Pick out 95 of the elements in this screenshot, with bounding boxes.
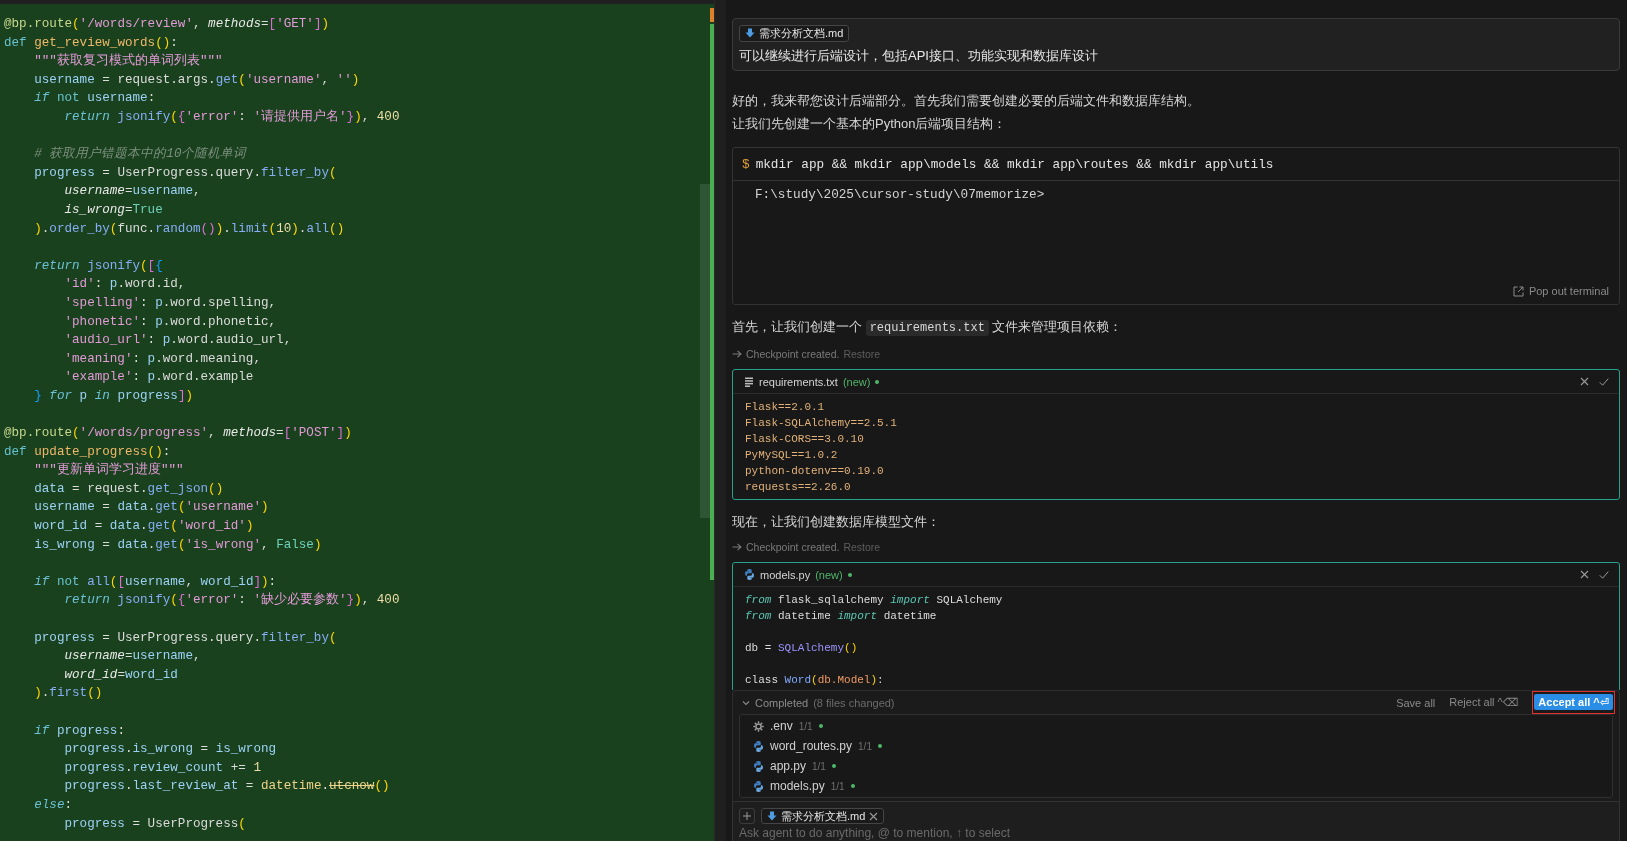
code-line: """更新单词学习进度""" <box>33 461 185 480</box>
chevron-down-icon[interactable] <box>742 698 750 707</box>
code-line: is_wrong=True <box>63 201 164 219</box>
code-line: return jsonify([{ <box>33 257 164 275</box>
code-line: """获取复习模式的单词列表""" <box>33 52 224 71</box>
code-line: def update_progress(): <box>4 443 172 461</box>
terminal-prompt: $ <box>742 156 750 172</box>
file-name: requirements.txt <box>759 375 838 388</box>
chat-input-field[interactable]: 需求分析文档.md Ask agent to do anything, @ to mention, ↑ to select <box>732 801 1620 841</box>
code-line: username = data.get('username') <box>33 499 270 517</box>
attachment-chip[interactable]: 需求分析文档.md <box>739 24 850 42</box>
checkpoint-text: Checkpoint created. <box>746 541 840 553</box>
code-line: is_wrong = data.get('is_wrong', False) <box>33 536 323 554</box>
code-line: progress = UserProgress( <box>63 815 247 833</box>
changes-summary: (8 files changed) <box>813 696 895 709</box>
code-line: ).first() <box>33 685 104 703</box>
code-line: Flask==2.0.1 <box>745 400 826 415</box>
overview-marker <box>710 8 714 22</box>
code-line: if progress: <box>33 722 126 740</box>
message-text: 现在，让我们创建数据库模型文件： <box>732 513 941 531</box>
code-line: progress = UserProgress.query.filter_by( <box>33 629 338 647</box>
code-line: word_id=word_id <box>63 666 179 684</box>
changed-file-item[interactable]: word_routes.py 1/1 <box>740 736 1612 756</box>
gear-icon <box>753 720 764 732</box>
code-line: from flask_sqlalchemy import SQLAlchemy <box>745 593 1004 608</box>
python-file-icon <box>753 760 764 772</box>
checkpoint-text: Checkpoint created. <box>746 348 840 360</box>
code-line: username = request.args.get('username', '') <box>33 71 361 89</box>
code-line: Flask-CORS==3.0.10 <box>745 432 865 447</box>
code-line: # 获取用户错题本中的10个随机单词 <box>33 145 248 164</box>
close-icon[interactable] <box>1580 377 1589 386</box>
code-line: word_id = data.get('word_id') <box>33 518 255 536</box>
code-line: 'id': p.word.id, <box>63 276 187 294</box>
python-file-icon <box>744 569 755 580</box>
terminal-command: mkdir app && mkdir app\models && mkdir app\routes && mkdir app\utils <box>755 156 1274 172</box>
code-line: return jsonify({'error': '缺少必要参数'}), 400 <box>63 591 401 610</box>
check-icon[interactable] <box>1599 569 1609 580</box>
code-line: progress.last_review_at = datetime.utcnow() <box>63 778 391 796</box>
code-line: } for p in progress]) <box>33 387 194 405</box>
code-line: from datetime import datetime <box>745 609 938 624</box>
code-line: class Word(db.Model): <box>745 673 885 688</box>
python-file-icon <box>753 780 764 792</box>
plus-icon <box>743 812 751 820</box>
file-name: models.py <box>760 568 811 581</box>
external-link-icon <box>1512 285 1524 297</box>
message-text: 让我们先创建一个基本的Python后端项目结构： <box>732 115 1008 133</box>
changed-file-item[interactable]: models.py 1/1 <box>740 776 1612 796</box>
code-line: def get_review_words(): <box>4 34 179 52</box>
download-icon <box>745 28 755 38</box>
scrollbar-thumb[interactable] <box>700 184 710 518</box>
python-file-icon <box>753 740 764 752</box>
code-line: @bp.route('/words/progress', methods=['POST']) <box>4 425 353 443</box>
code-line: progress = UserProgress.query.filter_by( <box>33 164 338 182</box>
pop-out-link[interactable]: Pop out terminal <box>1512 285 1609 297</box>
code-line: python-dotenv==0.19.0 <box>745 464 885 479</box>
code-line: username=username, <box>63 648 202 666</box>
code-line: PyMySQL==1.0.2 <box>745 448 839 463</box>
code-line: Flask-SQLAlchemy==2.5.1 <box>745 416 898 431</box>
code-line: @bp.route('/words/review', methods=['GET']) <box>4 16 331 33</box>
text-file-icon <box>744 376 754 387</box>
file-status: (new) <box>842 375 871 388</box>
add-button[interactable] <box>739 808 755 824</box>
download-icon <box>767 811 777 821</box>
code-line: data = request.get_json() <box>33 480 225 498</box>
code-line: 'meaning': p.word.meaning, <box>63 350 262 368</box>
close-icon[interactable] <box>1580 570 1589 579</box>
code-line: progress.is_wrong = is_wrong <box>63 741 278 759</box>
file-status: (new) <box>815 568 843 581</box>
code-line: 'phonetic': p.word.phonetic, <box>63 313 278 331</box>
changes-title: Completed <box>755 696 809 709</box>
message-text: 首先，让我们创建一个 requirements.txt 文件来管理项目依赖： <box>732 318 1124 338</box>
code-line: if not username: <box>33 90 157 108</box>
code-line: progress.review_count += 1 <box>63 759 262 777</box>
terminal-output: F:\study\2025\cursor-study\07memorize> <box>755 186 1045 204</box>
attachment-chip[interactable]: 需求分析文档.md <box>761 808 885 824</box>
code-line: 'example': p.word.example <box>63 369 255 387</box>
code-line: username=username, <box>63 183 202 201</box>
check-icon[interactable] <box>1599 376 1609 387</box>
code-line: if not all([username, word_id]): <box>33 573 278 591</box>
code-line: ).order_by(func.random()).limit(10).all() <box>33 220 346 238</box>
text-button[interactable]: Save all <box>1396 696 1436 709</box>
changed-file-item[interactable]: app.py 1/1 <box>740 756 1612 776</box>
user-message-text: 可以继续进行后端设计，包括API接口、功能实现和数据库设计 <box>739 47 1099 65</box>
code-line: return jsonify({'error': '请提供用户名'}), 400 <box>63 108 401 126</box>
code-line: db = SQLAlchemy() <box>745 641 859 656</box>
code-line: 'spelling': p.word.spelling, <box>63 294 278 312</box>
code-line: else: <box>33 796 74 814</box>
close-icon[interactable] <box>869 811 879 821</box>
arrow-right-icon <box>732 350 742 358</box>
changed-file-item[interactable]: .env 1/1 <box>740 716 1612 736</box>
arrow-right-icon <box>732 543 742 551</box>
message-text: 好的，我来帮您设计后端部分。首先我们需要创建必要的后端文件和数据库结构。 <box>732 92 1201 110</box>
code-line: requests==2.26.0 <box>745 480 852 495</box>
code-line: 'audio_url': p.word.audio_url, <box>63 332 293 350</box>
text-button[interactable]: Reject all ^⌫ <box>1449 696 1519 709</box>
